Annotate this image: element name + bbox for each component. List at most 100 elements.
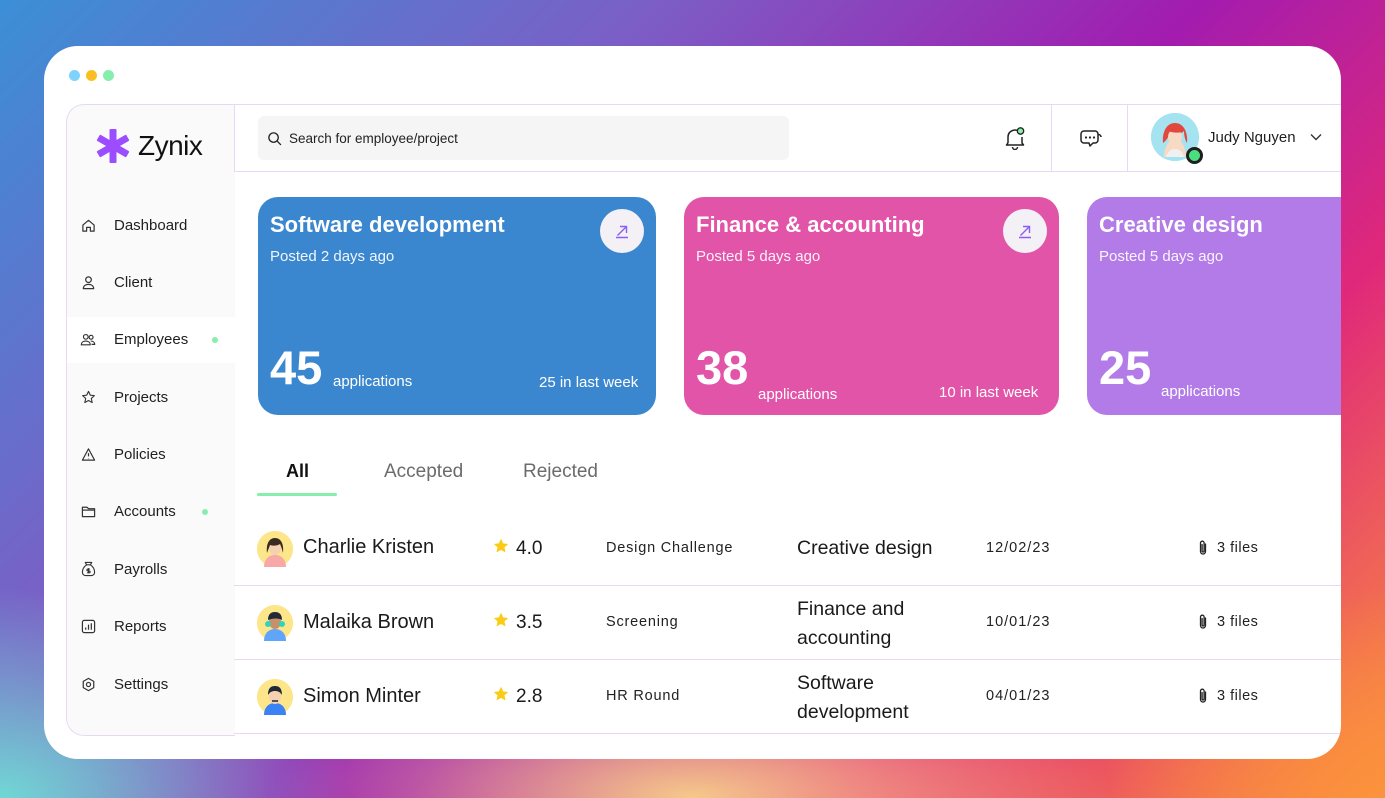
topbar-divider <box>1127 105 1128 171</box>
sidebar-item-label: Projects <box>114 388 169 406</box>
card-title: Software development <box>270 212 505 237</box>
sidebar-item-label: Employees <box>114 331 189 349</box>
sidebar-item-policies[interactable]: Policies <box>67 432 235 478</box>
sidebar-item-label: Accounts <box>114 503 176 521</box>
card-posted: Posted 5 days ago <box>696 248 821 265</box>
topbar-divider <box>1051 105 1052 171</box>
window-dot-blue[interactable] <box>69 70 80 81</box>
sidebar-item-projects[interactable]: Projects <box>67 374 235 420</box>
window-dot-yellow[interactable] <box>86 70 97 81</box>
window-controls <box>69 70 114 81</box>
search-icon <box>268 131 282 145</box>
attachments-link[interactable]: 3 files <box>1197 614 1258 630</box>
online-status-badge <box>1186 147 1203 164</box>
department: Software development <box>797 672 909 723</box>
department: Finance and accounting <box>797 598 905 649</box>
application-count: 45 <box>270 341 323 394</box>
sidebar-item-settings[interactable]: Settings <box>67 661 235 707</box>
bell-icon[interactable] <box>1002 125 1028 151</box>
filter-tabs: All Accepted Rejected <box>257 451 657 496</box>
avatar <box>257 605 293 641</box>
user-menu[interactable]: Judy Nguyen <box>1151 113 1322 164</box>
applications-label: applications <box>758 386 838 403</box>
last-week-count: 25 in last week <box>539 374 639 391</box>
asterisk-logo-icon <box>96 129 130 163</box>
sidebar-item-label: Payrolls <box>114 560 168 578</box>
applicant-name: Malaika Brown <box>303 611 435 633</box>
application-count: 25 <box>1099 341 1152 394</box>
application-date: 10/01/23 <box>986 614 1051 630</box>
search-placeholder: Search for employee/project <box>289 130 458 146</box>
paperclip-icon <box>1199 540 1207 555</box>
sidebar-item-reports[interactable]: Reports <box>67 604 235 650</box>
department: Creative design <box>797 537 933 559</box>
chart-icon <box>80 619 96 635</box>
table-row[interactable]: Charlie Kristen 4.0 Design Challenge Cre… <box>234 512 1341 586</box>
open-card-button[interactable] <box>1003 209 1047 253</box>
notification-dot <box>202 508 208 515</box>
chevron-down-icon <box>1310 134 1322 141</box>
gear-icon <box>80 676 96 692</box>
star-icon <box>493 612 509 627</box>
rating-value: 4.0 <box>516 538 543 559</box>
rating-value: 2.8 <box>516 686 543 707</box>
paperclip-icon <box>1199 614 1207 629</box>
job-card-creative[interactable]: Creative design Posted 5 days ago 25 app… <box>1087 197 1341 415</box>
arrow-up-right-icon <box>1019 225 1031 239</box>
files-count: 3 files <box>1217 614 1259 630</box>
user-icon <box>80 274 96 290</box>
sidebar-item-label: Dashboard <box>114 216 188 234</box>
avatar <box>257 679 293 715</box>
files-count: 3 files <box>1217 540 1259 556</box>
card-title: Creative design <box>1099 212 1263 237</box>
tab-all[interactable]: All <box>286 461 309 482</box>
money-bag-icon <box>80 561 96 577</box>
applicant-name: Simon Minter <box>303 685 421 707</box>
applicant-name: Charlie Kristen <box>303 536 435 558</box>
active-tab-indicator <box>257 493 337 496</box>
sidebar-item-label: Reports <box>114 618 167 636</box>
sidebar-item-client[interactable]: Client <box>67 259 235 305</box>
star-icon <box>493 686 509 701</box>
sidebar-item-employees[interactable]: Employees <box>67 316 235 363</box>
card-posted: Posted 2 days ago <box>270 248 395 265</box>
tab-rejected[interactable]: Rejected <box>523 461 598 483</box>
sidebar-item-payrolls[interactable]: Payrolls <box>67 546 235 592</box>
table-row[interactable]: Malaika Brown 3.5 Screening Finance and … <box>234 586 1341 660</box>
home-icon <box>80 217 96 233</box>
users-icon <box>80 332 96 348</box>
job-card-finance[interactable]: Finance & accounting Posted 5 days ago 3… <box>684 197 1059 415</box>
interview-stage: Screening <box>606 614 679 630</box>
interview-stage: HR Round <box>606 688 681 704</box>
application-date: 12/02/23 <box>986 540 1051 556</box>
warning-icon <box>80 447 96 463</box>
open-card-button[interactable] <box>600 209 644 253</box>
folder-icon <box>80 504 96 520</box>
card-title: Finance & accounting <box>696 212 925 237</box>
rating-value: 3.5 <box>516 612 543 633</box>
attachments-link[interactable]: 3 files <box>1197 540 1258 556</box>
tab-accepted[interactable]: Accepted <box>384 461 463 483</box>
sidebar-item-label: Settings <box>114 675 169 693</box>
sidebar-item-label: Policies <box>114 446 166 464</box>
search-input[interactable]: Search for employee/project <box>258 116 789 160</box>
arrow-up-right-icon <box>616 225 628 239</box>
attachments-link[interactable]: 3 files <box>1197 688 1258 704</box>
files-count: 3 files <box>1217 688 1259 704</box>
application-date: 04/01/23 <box>986 688 1051 704</box>
brand-name: Zynix <box>138 130 203 161</box>
chat-icon[interactable] <box>1077 125 1103 151</box>
window-dot-green[interactable] <box>103 70 114 81</box>
table-row[interactable]: Simon Minter 2.8 HR Round Software devel… <box>234 660 1341 734</box>
sidebar-nav: Dashboard Client Employees Projects Poli… <box>67 202 235 719</box>
card-posted: Posted 5 days ago <box>1099 248 1224 265</box>
application-count: 38 <box>696 341 749 394</box>
job-card-software[interactable]: Software development Posted 2 days ago 4… <box>258 197 656 415</box>
logo[interactable]: Zynix <box>94 127 203 165</box>
paperclip-icon <box>1199 688 1207 703</box>
avatar <box>257 531 293 567</box>
last-week-count: 10 in last week <box>939 384 1039 401</box>
sidebar-item-accounts[interactable]: Accounts <box>67 489 235 535</box>
notification-dot <box>212 336 218 343</box>
sidebar-item-dashboard[interactable]: Dashboard <box>67 202 235 248</box>
